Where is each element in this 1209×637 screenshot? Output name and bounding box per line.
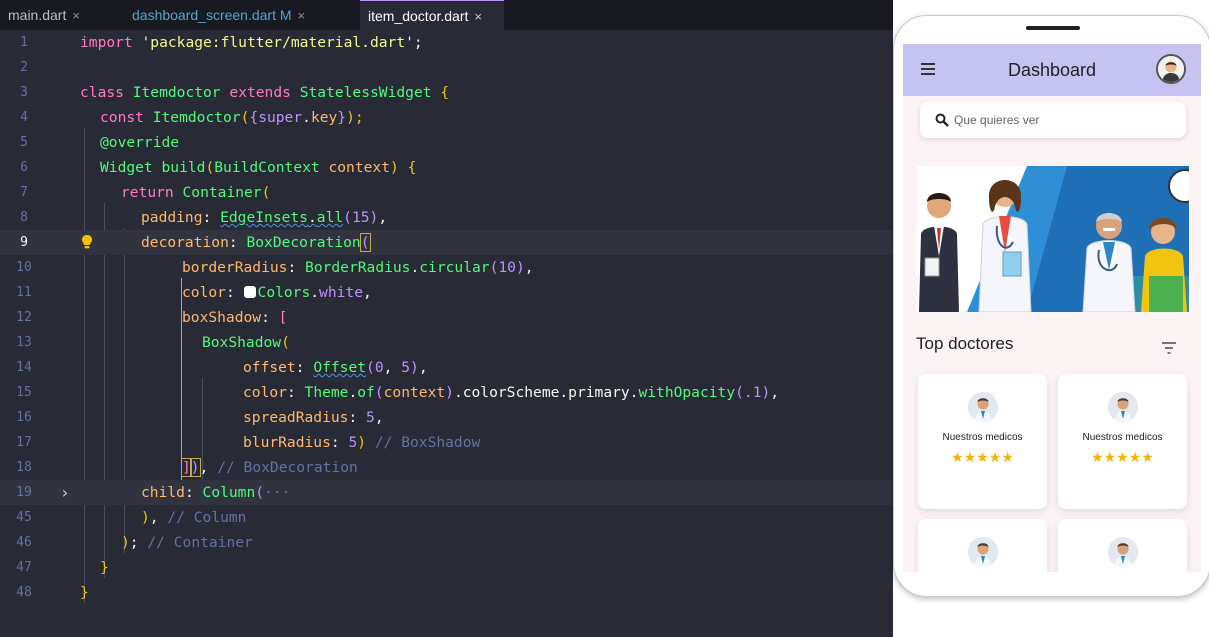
close-icon[interactable]: × (298, 8, 306, 23)
code-line: 15 color: Theme.of(context).colorScheme.p… (16, 384, 780, 401)
doctor-card[interactable] (918, 519, 1047, 572)
code-area[interactable]: 1 import 'package:flutter/material.dart';… (0, 30, 893, 637)
tab-label: item_doctor.dart (368, 8, 469, 24)
code-line: 18]), // BoxDecoration (16, 458, 358, 477)
doctors-banner-image (917, 166, 1189, 312)
code-line: 3 class Itemdoctor extends StatelessWidge… (20, 84, 450, 101)
tab-label: dashboard_screen.dart M (132, 7, 292, 23)
doctor-card[interactable]: Nuestros medicos ★★★★★ (1058, 374, 1187, 509)
search-input[interactable]: Que quieres ver (920, 102, 1186, 138)
star-rating: ★★★★★ (951, 449, 1014, 465)
doctor-avatar-icon (968, 392, 998, 422)
lightbulb-icon[interactable] (82, 235, 92, 249)
code-line: 45), // Column (16, 509, 247, 526)
code-line: 17 blurRadius: 5) // BoxShadow (16, 434, 481, 451)
code-line: 11 color: Colors.white, (16, 284, 372, 301)
code-line: 5 @override (20, 134, 180, 151)
star-rating: ★★★★★ (1091, 449, 1154, 465)
code-line: 2 (20, 60, 28, 75)
code-editor: main.dart × dashboard_screen.dart M × item… (0, 0, 893, 637)
code-line: 7 return Container( (20, 184, 271, 201)
tab-dashboard-screen-dart[interactable]: dashboard_screen.dart M × (124, 0, 356, 30)
color-swatch[interactable] (243, 286, 256, 298)
phone-speaker (1026, 26, 1080, 30)
code-line: 12 boxShadow: [ (16, 309, 288, 326)
phone-emulator: Dashboard Que quieres ver Top doctores N… (893, 15, 1209, 597)
app-screen: Dashboard Que quieres ver Top doctores N… (903, 44, 1201, 572)
code-line: 13 BoxShadow( (16, 334, 290, 351)
code-line: 1 import 'package:flutter/material.dart'; (20, 34, 423, 51)
code-line: 8 padding: EdgeInsets.all(15), (20, 209, 388, 226)
code-line: 14 offset: Offset(0, 5), (16, 359, 428, 376)
code-line: 19 › child: Column(··· (0, 480, 893, 505)
doctor-card[interactable]: Nuestros medicos ★★★★★ (918, 374, 1047, 509)
section-title: Top doctores (916, 334, 1014, 353)
editor-tab-bar: main.dart × dashboard_screen.dart M × item… (0, 0, 893, 30)
doctor-avatar-icon (1108, 537, 1138, 567)
card-label: Nuestros medicos (942, 432, 1023, 443)
tab-label: main.dart (8, 7, 67, 23)
user-avatar-icon (1158, 56, 1184, 82)
code-line: 46); // Container (16, 534, 253, 551)
search-placeholder: Que quieres ver (954, 113, 1040, 127)
chevron-right-icon[interactable]: › (60, 480, 70, 505)
code-line: 6 Widget build(BuildContext context) { (20, 159, 417, 176)
code-line: 48} (16, 584, 89, 601)
tab-item-doctor-dart[interactable]: item_doctor.dart × (360, 0, 504, 30)
card-label: Nuestros medicos (1082, 432, 1163, 443)
avatar[interactable] (1156, 54, 1186, 84)
close-icon[interactable]: × (474, 9, 482, 24)
app-bar: Dashboard (903, 44, 1201, 96)
code-line: 4 const Itemdoctor({super.key}); (20, 109, 364, 126)
doctor-avatar-icon (1108, 392, 1138, 422)
tab-main-dart[interactable]: main.dart × (0, 0, 120, 30)
code-line: 16 spreadRadius: 5, (16, 409, 384, 426)
filter-icon[interactable] (1161, 342, 1177, 354)
code-line: 10 borderRadius: BorderRadius.circular(10… (16, 259, 534, 276)
code-line: 47} (16, 559, 109, 576)
doctor-avatar-icon (968, 537, 998, 567)
search-icon (935, 113, 949, 127)
close-icon[interactable]: × (72, 8, 80, 23)
doctor-card[interactable] (1058, 519, 1187, 572)
code-line-current: 9 decoration: BoxDecoration( (0, 230, 893, 255)
